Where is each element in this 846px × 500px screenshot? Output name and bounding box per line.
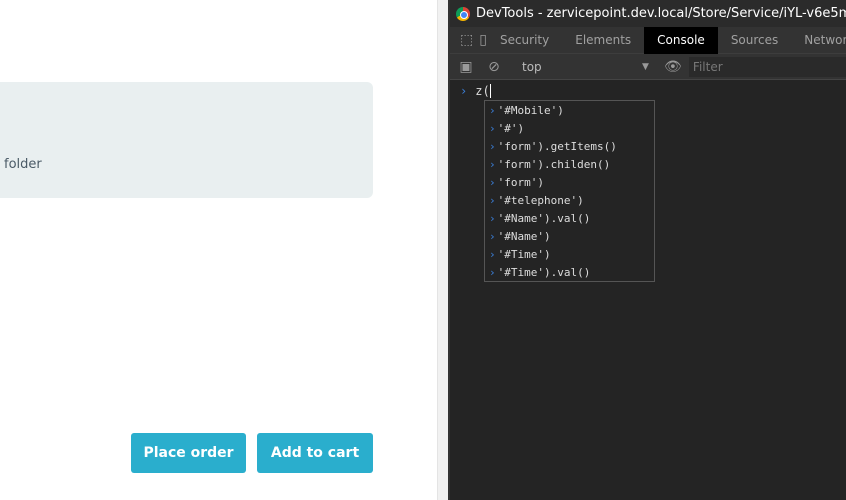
add-to-cart-button[interactable]: Add to cart	[257, 433, 373, 473]
chrome-logo-icon	[456, 6, 470, 21]
eye-icon[interactable]: 👁	[664, 59, 682, 75]
chevron-icon: ›	[489, 194, 496, 207]
suggestion-text: 'form').childen()	[497, 158, 611, 171]
devtools-titlebar: DevTools - zervicepoint.dev.local/Store/…	[450, 0, 846, 27]
chevron-icon: ›	[489, 230, 496, 243]
console-toolbar: ▣ ⊘ top ▼ 👁 Filter	[450, 54, 846, 80]
autocomplete-item[interactable]: › '#telephone')	[485, 192, 654, 210]
page-scrollbar[interactable]	[437, 0, 448, 500]
chevron-icon: ›	[489, 176, 496, 189]
suggestion-text: '#Mobile')	[497, 104, 564, 117]
console-input[interactable]: › z(	[460, 84, 491, 98]
suggestion-text: '#Name').val()	[497, 212, 591, 225]
suggestion-text: '#telephone')	[497, 194, 584, 207]
clear-console-icon[interactable]: ⊘	[486, 59, 502, 75]
autocomplete-item[interactable]: ›'form').childen()	[485, 156, 654, 174]
suggestion-text: '#Time').val()	[497, 266, 591, 279]
suggestion-text: '#Name')	[497, 230, 551, 243]
suggestion-text: '#Time')	[497, 248, 551, 261]
suggestion-text: '#')	[497, 122, 525, 135]
tab-sources[interactable]: Sources	[718, 27, 791, 54]
folder-text: folder	[4, 157, 42, 172]
autocomplete-item[interactable]: › '#Name').val()	[485, 210, 654, 228]
autocomplete-item[interactable]: ›'form').getItems()	[485, 138, 654, 156]
autocomplete-item[interactable]: › '#Name')	[485, 228, 654, 246]
dropdown-arrow-icon[interactable]: ▼	[642, 62, 649, 72]
console-input-text: z(	[475, 84, 490, 98]
tab-security[interactable]: Security	[487, 27, 562, 54]
autocomplete-item[interactable]: › '#Time').val()	[485, 264, 654, 282]
filter-input[interactable]: Filter	[688, 56, 846, 77]
inspect-element-icon[interactable]: ⬚	[460, 32, 473, 48]
web-page: folder Place order Add to cart	[0, 0, 437, 500]
autocomplete-item[interactable]: › '#Mobile')	[485, 102, 654, 120]
autocomplete-item[interactable]: › '#Time')	[485, 246, 654, 264]
tab-network[interactable]: Network	[791, 27, 846, 54]
chevron-icon: ›	[489, 104, 496, 117]
suggestion-text: 'form').getItems()	[497, 140, 617, 153]
tab-console[interactable]: Console	[644, 26, 718, 54]
device-toolbar-icon[interactable]: ▯	[479, 32, 487, 48]
suggestion-text: 'form')	[497, 176, 544, 189]
autocomplete-item[interactable]: ›'form')	[485, 174, 654, 192]
autocomplete-item[interactable]: › '#')	[485, 120, 654, 138]
context-select[interactable]: top	[522, 60, 642, 74]
prompt-chevron-icon: ›	[460, 84, 468, 98]
chevron-icon: ›	[489, 212, 496, 225]
devtools-tabs: ⬚ ▯ Security Elements Console Sources Ne…	[450, 26, 846, 54]
chevron-icon: ›	[489, 140, 496, 153]
chevron-icon: ›	[489, 248, 496, 261]
autocomplete-list: › '#Mobile') › '#') ›'form').getItems() ›'for…	[484, 100, 655, 282]
chevron-icon: ›	[489, 266, 496, 279]
tab-elements[interactable]: Elements	[562, 27, 644, 54]
window-title: DevTools - zervicepoint.dev.local/Store/…	[476, 6, 846, 21]
sidebar-toggle-icon[interactable]: ▣	[458, 59, 474, 75]
devtools-window: DevTools - zervicepoint.dev.local/Store/…	[448, 0, 846, 500]
chevron-icon: ›	[489, 122, 496, 135]
place-order-button[interactable]: Place order	[131, 433, 246, 473]
chevron-icon: ›	[489, 158, 496, 171]
info-panel	[0, 82, 373, 198]
